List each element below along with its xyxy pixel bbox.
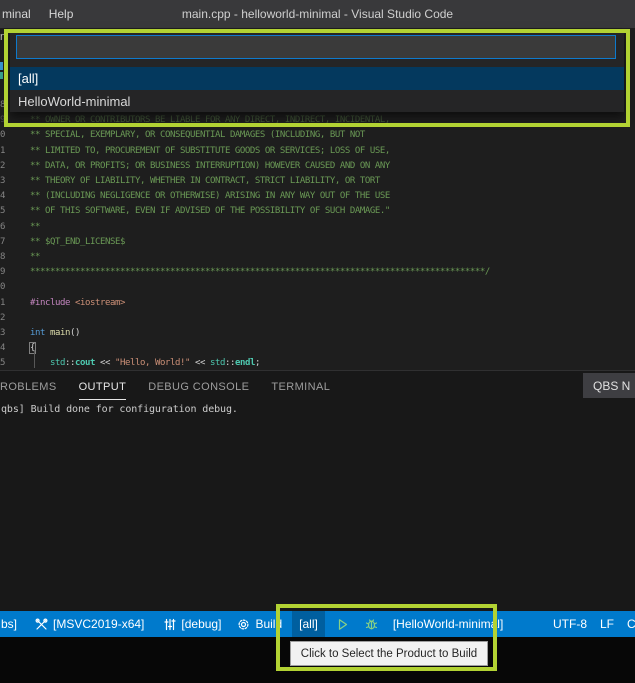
quick-pick-item-label: [all] [18,71,38,86]
play-icon [336,618,349,631]
line-number: 6 [0,220,7,235]
statusbar-item-run-product[interactable]: [HelloWorld-minimal] [389,611,507,637]
statusbar-right-group: UTF-8 LF C [553,611,635,637]
line-number: 1 [0,144,7,159]
line-number: 5 [0,356,7,370]
statusbar-label: [MSVC2019-x64] [53,617,144,631]
tools-icon [35,618,48,631]
title-bar: minal Help main.cpp - helloworld-minimal… [0,0,635,28]
status-bar: bs] [MSVC2019-x64] [debug] Build [ [0,611,635,637]
window-title: main.cpp - helloworld-minimal - Visual S… [0,7,635,21]
line-number: 2 [0,159,7,174]
clipped-icon-fragment [0,62,3,70]
statusbar-item-encoding[interactable]: UTF-8 [553,611,587,637]
quick-pick-item-helloworld[interactable]: HelloWorld-minimal [10,90,624,113]
line-number: 2 [0,311,7,326]
line-number: 0 [0,128,7,143]
statusbar-label: [debug] [181,617,221,631]
code-line: 1** LIMITED TO, PROCUREMENT OF SUBSTITUT… [0,144,635,159]
line-number: 4 [0,341,7,356]
code-line: 1#include <iostream> [0,296,635,311]
code-line: 9***************************************… [0,265,635,280]
quick-pick-panel: [all] HelloWorld-minimal [10,30,624,112]
code-line: 6** [0,220,635,235]
clipped-text-artifact: n [0,31,6,43]
quick-pick-item-label: HelloWorld-minimal [18,94,130,109]
code-line: 2 [0,311,635,326]
statusbar-item-profile[interactable]: [MSVC2019-x64] [31,611,148,637]
code-line: 5 std::cout << "Hello, World!" << std::e… [0,356,635,370]
statusbar-debug-button[interactable] [361,611,382,637]
statusbar-item-build[interactable]: Build [233,611,286,637]
output-channel-select[interactable]: QBS N [583,373,635,398]
menu-item-help[interactable]: Help [40,0,83,28]
code-line: 3** THEORY OF LIABILITY, WHETHER IN CONT… [0,174,635,189]
code-line: 0** SPECIAL, EXEMPLARY, OR CONSEQUENTIAL… [0,128,635,143]
quick-pick-input[interactable] [16,35,616,59]
clipped-icon-fragment [0,72,3,79]
line-number: 8 [0,250,7,265]
tab-debug-console[interactable]: DEBUG CONSOLE [148,375,249,400]
tab-terminal[interactable]: TERMINAL [271,375,330,400]
code-line: 4** (INCLUDING NEGLIGENCE OR OTHERWISE) … [0,189,635,204]
statusbar-label: C [627,617,635,631]
code-line: 2** DATA, OR PROFITS; OR BUSINESS INTERR… [0,159,635,174]
code-line: 5** OF THIS SOFTWARE, EVEN IF ADVISED OF… [0,204,635,219]
line-number: 0 [0,280,7,295]
code-line: 0 [0,280,635,295]
code-line: 9** OWNER OR CONTRIBUTORS BE LIABLE FOR … [0,113,635,128]
statusbar-label: UTF-8 [553,617,587,631]
statusbar-item-product[interactable]: [all] [292,611,325,637]
tab-problems[interactable]: ROBLEMS [0,375,57,400]
panel-tab-bar: ROBLEMS OUTPUT DEBUG CONSOLE TERMINAL [0,375,352,399]
statusbar-item-configuration[interactable]: [debug] [160,611,225,637]
line-number: 9 [0,265,7,280]
statusbar-label: Build [255,617,282,631]
statusbar-item-language[interactable]: C [627,611,635,637]
quick-pick-item-all[interactable]: [all] [10,67,624,90]
statusbar-item-eol[interactable]: LF [600,611,614,637]
statusbar-item-qbs[interactable]: bs] [0,611,21,637]
menu-item-terminal[interactable]: minal [0,0,40,28]
line-number: 5 [0,204,7,219]
statusbar-label: [HelloWorld-minimal] [393,617,503,631]
line-number: 9 [0,113,7,128]
bottom-panel: ROBLEMS OUTPUT DEBUG CONSOLE TERMINAL QB… [0,370,635,611]
sliders-icon [164,618,176,631]
tab-output[interactable]: OUTPUT [79,375,127,400]
line-number: 1 [0,296,7,311]
indent-guide [34,350,35,368]
statusbar-run-button[interactable] [332,611,353,637]
code-line: 3int main() [0,326,635,341]
tooltip-text: Click to Select the Product to Build [301,648,477,660]
code-line: 4{ [0,341,635,356]
build-product-tooltip: Click to Select the Product to Build [290,641,488,666]
gear-icon [237,618,250,631]
output-log-line: qbs] Build done for configuration debug. [1,404,238,415]
line-number: 7 [0,235,7,250]
statusbar-label: LF [600,617,614,631]
line-number: 3 [0,174,7,189]
statusbar-label: [all] [299,617,318,631]
code-line: 8** [0,250,635,265]
bug-icon [365,618,378,631]
statusbar-label: bs] [1,617,17,631]
code-line: 7** $QT_END_LICENSE$ [0,235,635,250]
line-number: 8 [0,98,7,113]
line-number: 3 [0,326,7,341]
line-number: 4 [0,189,7,204]
